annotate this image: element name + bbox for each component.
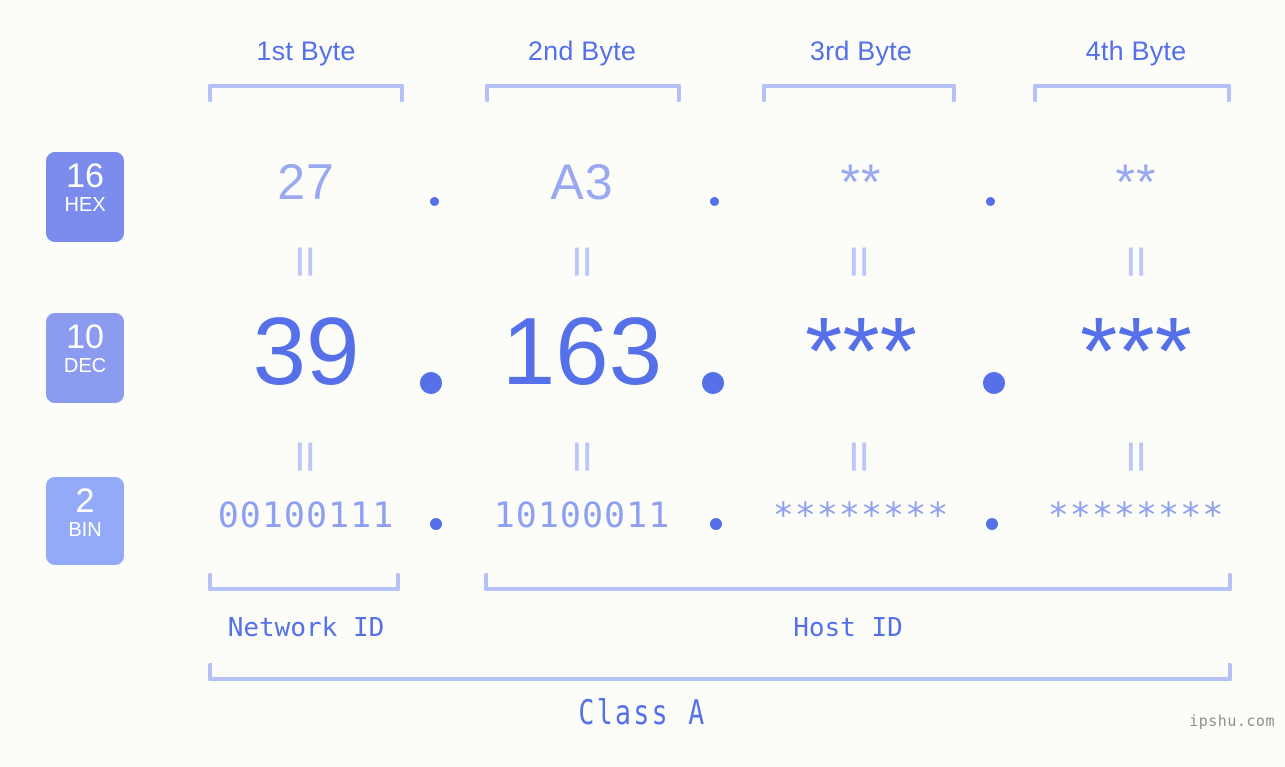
site-watermark: ipshu.com bbox=[1189, 712, 1275, 730]
base-badge-bin-abbr: BIN bbox=[68, 519, 102, 541]
bin-separator-dot-2 bbox=[710, 518, 722, 530]
equals-mark-dec-bin-4: || bbox=[1126, 438, 1148, 471]
base-badge-bin: 2 BIN bbox=[46, 477, 124, 565]
byte-header-3: 3rd Byte bbox=[809, 36, 913, 66]
byte-bracket-top-3 bbox=[762, 84, 956, 102]
base-badge-hex: 16 HEX bbox=[46, 152, 124, 242]
equals-mark-dec-bin-2: || bbox=[572, 438, 594, 471]
class-bracket bbox=[208, 663, 1232, 681]
bin-value-byte-2: 10100011 bbox=[493, 496, 671, 536]
equals-mark-hex-dec-4: || bbox=[1126, 243, 1148, 276]
hex-separator-dot-1 bbox=[430, 197, 439, 206]
base-badge-bin-number: 2 bbox=[75, 482, 95, 520]
hex-value-byte-4: ** bbox=[1115, 154, 1157, 210]
byte-bracket-top-2 bbox=[485, 84, 681, 102]
class-label: Class A bbox=[578, 693, 707, 733]
ip-address-breakdown-diagram: 1st Byte 2nd Byte 3rd Byte 4th Byte 16 H… bbox=[0, 0, 1285, 767]
byte-header-2: 2nd Byte bbox=[527, 36, 637, 66]
byte-bracket-top-1 bbox=[208, 84, 404, 102]
byte-bracket-top-4 bbox=[1033, 84, 1231, 102]
network-id-label: Network ID bbox=[227, 613, 385, 643]
equals-mark-hex-dec-2: || bbox=[572, 243, 594, 276]
bin-value-byte-4: ******** bbox=[1047, 496, 1225, 536]
dec-separator-dot-3 bbox=[983, 372, 1005, 394]
equals-mark-hex-dec-3: || bbox=[849, 243, 871, 276]
bin-separator-dot-1 bbox=[430, 518, 442, 530]
network-id-bracket bbox=[208, 573, 400, 591]
hex-value-byte-1: 27 bbox=[277, 154, 335, 210]
equals-mark-hex-dec-1: || bbox=[295, 243, 317, 276]
host-id-label: Host ID bbox=[793, 613, 903, 643]
dec-value-byte-3: *** bbox=[804, 298, 918, 405]
byte-header-1: 1st Byte bbox=[256, 36, 356, 66]
equals-mark-dec-bin-1: || bbox=[295, 438, 317, 471]
hex-value-byte-2: A3 bbox=[550, 154, 614, 210]
dec-value-byte-4: *** bbox=[1079, 298, 1193, 405]
hex-separator-dot-2 bbox=[710, 197, 719, 206]
base-badge-hex-number: 16 bbox=[66, 157, 104, 195]
host-id-bracket bbox=[484, 573, 1232, 591]
bin-value-byte-3: ******** bbox=[772, 496, 950, 536]
bin-value-byte-1: 00100111 bbox=[217, 496, 395, 536]
bin-separator-dot-3 bbox=[986, 518, 998, 530]
dec-separator-dot-2 bbox=[702, 372, 724, 394]
hex-value-byte-3: ** bbox=[840, 154, 882, 210]
equals-mark-dec-bin-3: || bbox=[849, 438, 871, 471]
base-badge-hex-abbr: HEX bbox=[64, 194, 106, 216]
base-badge-dec-abbr: DEC bbox=[63, 355, 107, 377]
dec-value-byte-1: 39 bbox=[252, 298, 360, 405]
hex-separator-dot-3 bbox=[986, 197, 995, 206]
dec-separator-dot-1 bbox=[420, 372, 442, 394]
dec-value-byte-2: 163 bbox=[501, 298, 663, 405]
base-badge-dec-number: 10 bbox=[66, 318, 104, 356]
base-badge-dec: 10 DEC bbox=[46, 313, 124, 403]
byte-header-4: 4th Byte bbox=[1085, 36, 1187, 66]
